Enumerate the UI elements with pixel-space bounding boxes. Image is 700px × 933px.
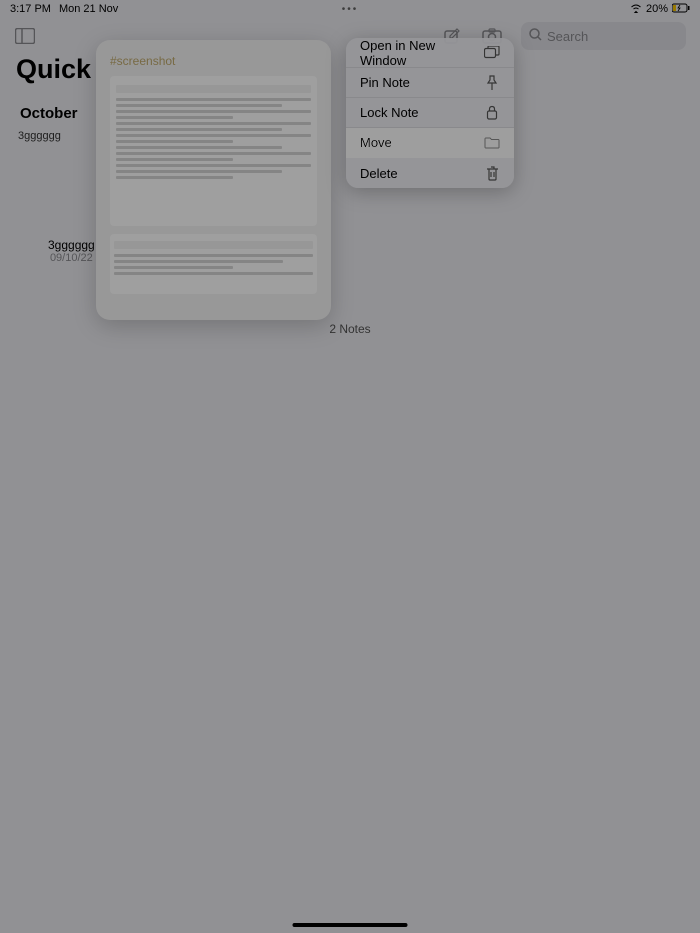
context-menu: Open in New Window Pin Note Lock Note Mo…: [346, 38, 514, 188]
battery-percent: 20%: [646, 3, 668, 15]
wifi-icon: [630, 3, 642, 16]
window-icon: [484, 45, 500, 61]
menu-label: Pin Note: [360, 75, 410, 90]
note-title: 3gggggg: [48, 238, 95, 252]
battery-icon: [672, 3, 690, 16]
folder-icon: [484, 135, 500, 151]
search-icon: [529, 28, 542, 44]
menu-pin-note[interactable]: Pin Note: [346, 68, 514, 98]
menu-delete[interactable]: Delete: [346, 158, 514, 188]
status-time: 3:17 PM: [10, 3, 51, 15]
pin-icon: [484, 75, 500, 91]
sidebar-toggle-icon[interactable]: [14, 25, 36, 47]
note-date: 09/10/22: [48, 252, 95, 264]
preview-tag: #screenshot: [110, 54, 317, 68]
menu-label: Move: [360, 135, 392, 150]
menu-label: Lock Note: [360, 105, 419, 120]
status-date: Mon 21 Nov: [59, 3, 118, 15]
menu-move[interactable]: Move: [346, 128, 514, 158]
status-bar: 3:17 PM Mon 21 Nov ••• 20%: [0, 0, 700, 18]
section-header: October: [20, 105, 78, 122]
preview-thumbnail-2: [110, 234, 317, 294]
menu-open-new-window[interactable]: Open in New Window: [346, 38, 514, 68]
menu-label: Open in New Window: [360, 38, 484, 68]
note-preview-popover: #screenshot: [96, 40, 331, 320]
notes-count: 2 Notes: [0, 322, 700, 336]
note-card-second[interactable]: 3gggggg 09/10/22: [48, 238, 95, 264]
trash-icon: [484, 165, 500, 181]
preview-thumbnail-1: [110, 76, 317, 226]
search-placeholder: Search: [547, 29, 588, 44]
home-indicator[interactable]: [293, 923, 408, 927]
search-input[interactable]: Search: [521, 22, 686, 50]
lock-icon: [484, 105, 500, 121]
menu-label: Delete: [360, 166, 398, 181]
menu-lock-note[interactable]: Lock Note: [346, 98, 514, 128]
status-dots: •••: [342, 4, 359, 15]
